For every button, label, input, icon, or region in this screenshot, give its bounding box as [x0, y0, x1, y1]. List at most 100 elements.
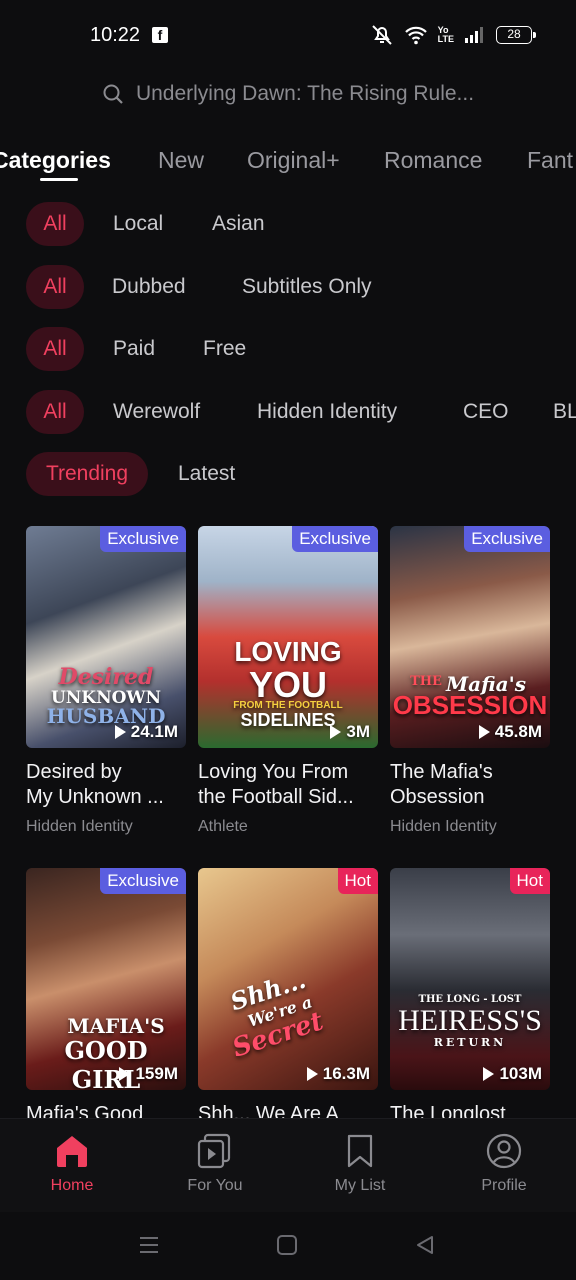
drama-card[interactable]: Exclusive Desired UNKNOWN HUSBAND 24.1M … — [26, 526, 186, 836]
home-square-icon[interactable] — [276, 1234, 298, 1256]
view-count: 3M — [330, 722, 370, 742]
nav-for-you-label: For You — [187, 1177, 243, 1194]
system-navigation-bar — [0, 1212, 576, 1280]
status-icons: Yo LTE 28 — [370, 24, 536, 46]
tab-original-plus[interactable]: Original+ — [247, 147, 340, 174]
tab-new[interactable]: New — [158, 147, 204, 174]
drama-card[interactable]: Hot THE LONG - LOST HEIRESS'S RETURN 103… — [390, 868, 550, 1118]
exclusive-badge: Exclusive — [100, 868, 186, 894]
filter-chip-all[interactable]: All — [26, 327, 84, 371]
play-icon — [119, 1067, 131, 1081]
nav-my-list-label: My List — [334, 1177, 386, 1194]
drama-genre: Hidden Identity — [390, 818, 497, 835]
play-icon — [114, 725, 126, 739]
play-icon — [330, 725, 342, 739]
sort-chip-trending[interactable]: Trending — [26, 452, 148, 496]
exclusive-badge: Exclusive — [100, 526, 186, 552]
drama-cover: Exclusive MAFIA'S GOOD GIRL 159M — [26, 868, 186, 1090]
drama-genre: Hidden Identity — [26, 818, 133, 835]
filter-chip-hidden-identity[interactable]: Hidden Identity — [257, 390, 397, 434]
filter-chip-paid[interactable]: Paid — [113, 327, 155, 371]
filter-chip-all[interactable]: All — [26, 202, 84, 246]
facebook-notification-icon: f — [152, 27, 168, 43]
cover-title-line: Desired — [58, 664, 154, 690]
bookmark-icon — [347, 1134, 373, 1168]
hot-badge: Hot — [337, 868, 378, 894]
drama-title-line2: the Football Sid... — [198, 786, 354, 808]
sort-chip-latest[interactable]: Latest — [178, 452, 235, 496]
play-icon — [306, 1067, 318, 1081]
view-count-text: 16.3M — [322, 1064, 370, 1083]
filter-chip-werewolf[interactable]: Werewolf — [113, 390, 200, 434]
bottom-navigation: Home For You My List Profile — [0, 1118, 576, 1212]
search-icon — [103, 84, 123, 104]
view-count: 159M — [119, 1064, 178, 1084]
drama-cover: Hot Shh... We're a Secret 16.3M — [198, 868, 378, 1090]
drama-title-line1: Loving You From — [198, 761, 349, 783]
drama-card[interactable]: Exclusive THE Mafia's OBSESSION 45.8M Th… — [390, 526, 550, 836]
home-icon — [57, 1136, 87, 1167]
back-icon[interactable] — [414, 1234, 436, 1256]
filter-row-sort: Trending Latest — [0, 452, 576, 496]
search-bar[interactable]: Underlying Dawn: The Rising Rule... — [0, 78, 576, 110]
filter-chip-all[interactable]: All — [26, 265, 84, 309]
view-count: 45.8M — [478, 722, 542, 742]
view-count-text: 45.8M — [494, 722, 542, 741]
profile-icon — [486, 1133, 522, 1169]
drama-cover: Hot THE LONG - LOST HEIRESS'S RETURN 103… — [390, 868, 550, 1090]
view-count: 24.1M — [114, 722, 178, 742]
drama-cover: Exclusive LOVING YOU FROM THE FOOTBALL S… — [198, 526, 378, 748]
mute-icon — [371, 25, 392, 45]
drama-cover: Exclusive THE Mafia's OBSESSION 45.8M — [390, 526, 550, 748]
menu-icon[interactable] — [138, 1234, 160, 1256]
drama-card[interactable]: Exclusive LOVING YOU FROM THE FOOTBALL S… — [198, 526, 378, 836]
exclusive-badge: Exclusive — [464, 526, 550, 552]
nav-for-you[interactable]: For You — [160, 1133, 270, 1195]
filter-row-audio: All Dubbed Subtitles Only — [0, 265, 576, 309]
drama-genre: Athlete — [198, 818, 248, 835]
cover-title-line: OBSESSION — [392, 690, 548, 720]
nav-my-list[interactable]: My List — [305, 1133, 415, 1195]
search-placeholder: Underlying Dawn: The Rising Rule... — [135, 82, 475, 105]
filter-chip-subtitles-only[interactable]: Subtitles Only — [242, 265, 372, 309]
drama-title-line2: My Unknown ... — [26, 786, 164, 808]
battery-icon: 28 — [496, 26, 536, 44]
drama-title-line1: The Longlost — [390, 1103, 506, 1118]
drama-grid: Exclusive Desired UNKNOWN HUSBAND 24.1M … — [0, 526, 576, 1118]
cover-title-line: MAFIA'S — [67, 1014, 165, 1038]
filter-chip-bl[interactable]: BL — [553, 390, 576, 434]
play-icon — [478, 725, 490, 739]
drama-card[interactable]: Exclusive MAFIA'S GOOD GIRL 159M Mafia's… — [26, 868, 186, 1118]
cover-title-line: HEIRESS'S — [398, 1004, 542, 1037]
filter-chip-local[interactable]: Local — [113, 202, 163, 246]
filter-chip-ceo[interactable]: CEO — [463, 390, 509, 434]
drama-title-line2: Obsession — [390, 786, 485, 808]
filter-row-genre: All Werewolf Hidden Identity CEO BL — [0, 390, 576, 434]
wifi-icon — [404, 26, 427, 45]
nav-home-label: Home — [50, 1177, 94, 1194]
view-count-text: 3M — [346, 722, 370, 741]
filter-chip-all[interactable]: All — [26, 390, 84, 434]
tab-fantasy[interactable]: Fant — [527, 147, 573, 174]
cover-title-line: RETURN — [433, 1036, 507, 1049]
status-time: 10:22 — [90, 24, 141, 46]
filter-chip-asian[interactable]: Asian — [212, 202, 265, 246]
filter-chip-dubbed[interactable]: Dubbed — [112, 265, 186, 309]
signal-icon — [465, 27, 483, 43]
view-count: 103M — [483, 1064, 542, 1084]
play-icon — [483, 1067, 495, 1081]
video-stack-icon — [197, 1133, 231, 1169]
tab-categories[interactable]: Categories — [0, 147, 111, 174]
drama-title-line1: Shh... We Are A — [198, 1103, 339, 1118]
volte-icon: Yo LTE — [437, 25, 454, 44]
filter-row-price: All Paid Free — [0, 327, 576, 371]
view-count: 16.3M — [306, 1064, 370, 1084]
nav-home[interactable]: Home — [17, 1133, 127, 1195]
drama-title-line1: Desired by — [26, 761, 122, 783]
drama-title-line1: Mafia's Good — [26, 1103, 144, 1118]
drama-card[interactable]: Hot Shh... We're a Secret 16.3M Shh... W… — [198, 868, 378, 1118]
view-count-text: 159M — [135, 1064, 178, 1083]
filter-chip-free[interactable]: Free — [203, 327, 246, 371]
tab-romance[interactable]: Romance — [384, 147, 482, 174]
nav-profile[interactable]: Profile — [449, 1133, 559, 1195]
